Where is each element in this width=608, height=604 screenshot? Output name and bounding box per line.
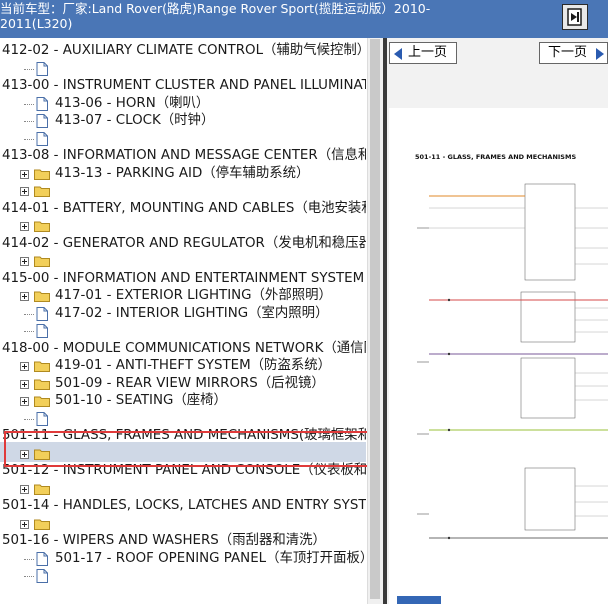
document-icon: [36, 551, 48, 566]
tree-row[interactable]: [0, 566, 366, 586]
current-vehicle-title: 当前车型：厂家:Land Rover(路虎)Range Rover Sport(…: [0, 1, 431, 31]
folder-icon: [34, 379, 50, 390]
viewer-footer-tab[interactable]: [397, 596, 441, 604]
title-bar: 当前车型：厂家:Land Rover(路虎)Range Rover Sport(…: [0, 0, 608, 38]
arrow-right-icon: [596, 48, 604, 60]
exit-door-icon: [567, 8, 582, 26]
watermark-text: ca: [577, 596, 605, 604]
tree-connector: [24, 313, 34, 316]
plus-expand-icon[interactable]: [20, 222, 29, 231]
tree-connector: [24, 138, 34, 141]
document-icon: [36, 324, 48, 338]
folder-icon: [34, 519, 50, 530]
plus-expand-icon[interactable]: [20, 187, 29, 196]
folder-icon: [34, 291, 50, 302]
folder-icon: [34, 396, 50, 407]
folder-icon: [34, 484, 50, 495]
folder-icon: [34, 256, 50, 267]
document-icon: [36, 96, 48, 111]
folder-icon: [34, 169, 50, 180]
document-icon: [36, 411, 48, 426]
plus-expand-icon[interactable]: [20, 257, 29, 266]
tree-connector: [24, 418, 34, 421]
next-page-label: 下一页: [548, 45, 588, 60]
folder-icon: [34, 361, 50, 372]
tree-connector: [24, 121, 34, 123]
tree-connector: [24, 576, 34, 578]
tree-connector: [24, 331, 34, 333]
scrollbar-thumb[interactable]: [370, 39, 380, 599]
plus-expand-icon[interactable]: [20, 397, 29, 406]
plus-expand-icon[interactable]: [20, 484, 29, 494]
prev-page-button[interactable]: 上一页: [389, 42, 457, 64]
next-page-button[interactable]: 下一页: [539, 42, 608, 64]
document-icon: [36, 306, 48, 321]
document-icon: [36, 569, 48, 583]
plus-expand-icon[interactable]: [20, 292, 29, 301]
document-page: 501-11 - GLASS, FRAMES AND MECHANISMS: [389, 108, 608, 604]
document-viewer: 上一页 下一页 501-11 - GLASS, FRAMES AND MECHA…: [387, 38, 608, 604]
toc-tree: 412-02 - AUXILIARY CLIMATE CONTROL（辅助气候控…: [0, 38, 366, 604]
plus-expand-icon[interactable]: [20, 169, 29, 179]
plus-expand-icon[interactable]: [20, 362, 29, 371]
tree-scrollbar[interactable]: [367, 38, 383, 604]
tree-connector: [24, 103, 34, 106]
plus-expand-icon[interactable]: [20, 379, 29, 389]
highlight-box: [4, 431, 376, 467]
document-icon: [36, 131, 48, 146]
document-heading: 501-11 - GLASS, FRAMES AND MECHANISMS: [415, 153, 577, 161]
document-icon: [36, 61, 48, 76]
arrow-left-icon: [394, 48, 402, 60]
folder-icon: [34, 221, 50, 232]
tree-connector: [24, 558, 34, 561]
document-icon: [36, 114, 48, 128]
plus-expand-icon[interactable]: [20, 519, 29, 529]
wiring-diagram: [417, 183, 608, 540]
folder-icon: [34, 186, 50, 197]
prev-page-label: 上一页: [408, 45, 448, 60]
page-nav-bar: 上一页 下一页: [387, 42, 608, 66]
exit-button[interactable]: [562, 4, 588, 30]
tree-connector: [24, 68, 34, 71]
